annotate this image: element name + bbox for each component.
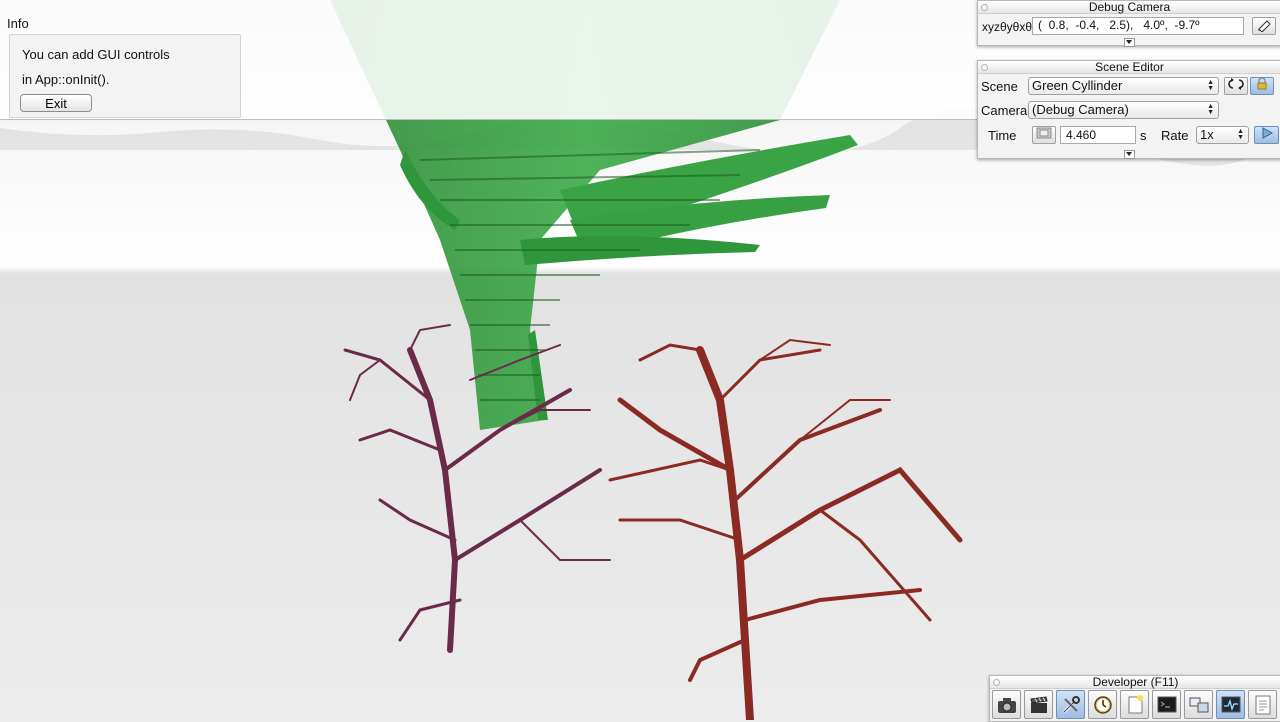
screenshot-button[interactable] (992, 690, 1021, 719)
info-title: Info (7, 16, 29, 31)
scene-editor-title-bar[interactable]: Scene Editor (978, 61, 1280, 74)
camera-dropdown[interactable]: (Debug Camera) ▲ ▼ (1028, 101, 1219, 119)
scene-label: Scene (981, 79, 1018, 94)
camera-dropdown-value: (Debug Camera) (1032, 102, 1129, 117)
camera-label: Camera (981, 103, 1028, 118)
debug-camera-title-bar[interactable]: Debug Camera (978, 1, 1280, 14)
developer-window: Developer (F11) (989, 675, 1280, 722)
play-icon (1262, 127, 1273, 139)
notes-button[interactable] (1248, 690, 1277, 719)
scene-dropdown-value: Green Cyllinder (1032, 78, 1123, 93)
rate-label: Rate (1161, 128, 1189, 143)
copy-clipboard-icon (1258, 20, 1271, 33)
rate-dropdown-value: 1x (1200, 127, 1214, 142)
clock-icon (1094, 696, 1112, 714)
performance-graph-button[interactable] (1216, 690, 1245, 719)
info-text-line-2: in App::onInit(). (22, 72, 110, 87)
play-button[interactable] (1254, 126, 1279, 144)
window-layout-icon (1189, 697, 1209, 713)
time-input[interactable]: 4.460 (1060, 126, 1136, 144)
updown-arrows-icon: ▲ ▼ (1207, 103, 1214, 116)
wrench-icon (1062, 696, 1080, 714)
gbuffer-viewer-button[interactable] (1184, 690, 1213, 719)
new-file-button[interactable] (1120, 690, 1149, 719)
scene-editor-expand-arrow-icon[interactable] (1124, 150, 1135, 159)
camera-coordinates-label: xyzθyθxθz (982, 20, 1039, 34)
video-record-button[interactable] (1024, 690, 1053, 719)
scene-editor-title: Scene Editor (1095, 60, 1164, 74)
console-button[interactable] (1152, 690, 1181, 719)
debug-camera-window: Debug Camera xyzθyθxθz ( 0.8, -0.4, 2.5)… (977, 0, 1280, 47)
scene-editor-window: Scene Editor Scene Green Cyllinder ▲ ▼ Ca… (977, 60, 1280, 159)
profiler-clock-button[interactable] (1088, 690, 1117, 719)
time-label: Time (988, 128, 1017, 143)
reload-icon (1228, 78, 1244, 90)
new-document-icon (1128, 695, 1143, 714)
lock-scene-button[interactable] (1250, 77, 1274, 95)
window-close-dot-icon[interactable] (981, 64, 988, 71)
time-unit: s (1140, 128, 1147, 143)
camera-icon (998, 698, 1016, 713)
info-text-line-1: You can add GUI controls (22, 47, 170, 62)
exit-button[interactable]: Exit (20, 94, 92, 112)
window-close-dot-icon[interactable] (981, 4, 988, 11)
notes-icon (1255, 695, 1271, 715)
profiler-icon (1221, 696, 1241, 713)
updown-arrows-icon: ▲ ▼ (1207, 79, 1214, 92)
updown-arrows-icon: ▲ ▼ (1237, 128, 1244, 141)
copy-camera-button[interactable] (1252, 17, 1276, 35)
debug-camera-expand-arrow-icon[interactable] (1124, 38, 1135, 47)
lock-icon (1257, 77, 1267, 90)
film-time-button[interactable] (1032, 126, 1056, 144)
terminal-icon (1157, 696, 1177, 713)
scene-editor-toggle-button[interactable] (1056, 690, 1085, 719)
camera-coordinates-field[interactable]: ( 0.8, -0.4, 2.5), 4.0º, -9.7º (1032, 17, 1244, 35)
film-clapper-icon (1030, 696, 1048, 713)
developer-title-bar[interactable]: Developer (F11) (990, 676, 1280, 689)
reload-scene-button[interactable] (1224, 77, 1248, 95)
debug-camera-title: Debug Camera (1088, 0, 1171, 14)
info-box: You can add GUI controls in App::onInit(… (9, 34, 241, 118)
scene-dropdown[interactable]: Green Cyllinder ▲ ▼ (1028, 77, 1219, 95)
window-close-dot-icon[interactable] (993, 679, 1000, 686)
developer-title: Developer (F11) (1092, 675, 1179, 689)
film-strip-icon (1036, 127, 1052, 139)
rate-dropdown[interactable]: 1x ▲ ▼ (1196, 126, 1249, 144)
